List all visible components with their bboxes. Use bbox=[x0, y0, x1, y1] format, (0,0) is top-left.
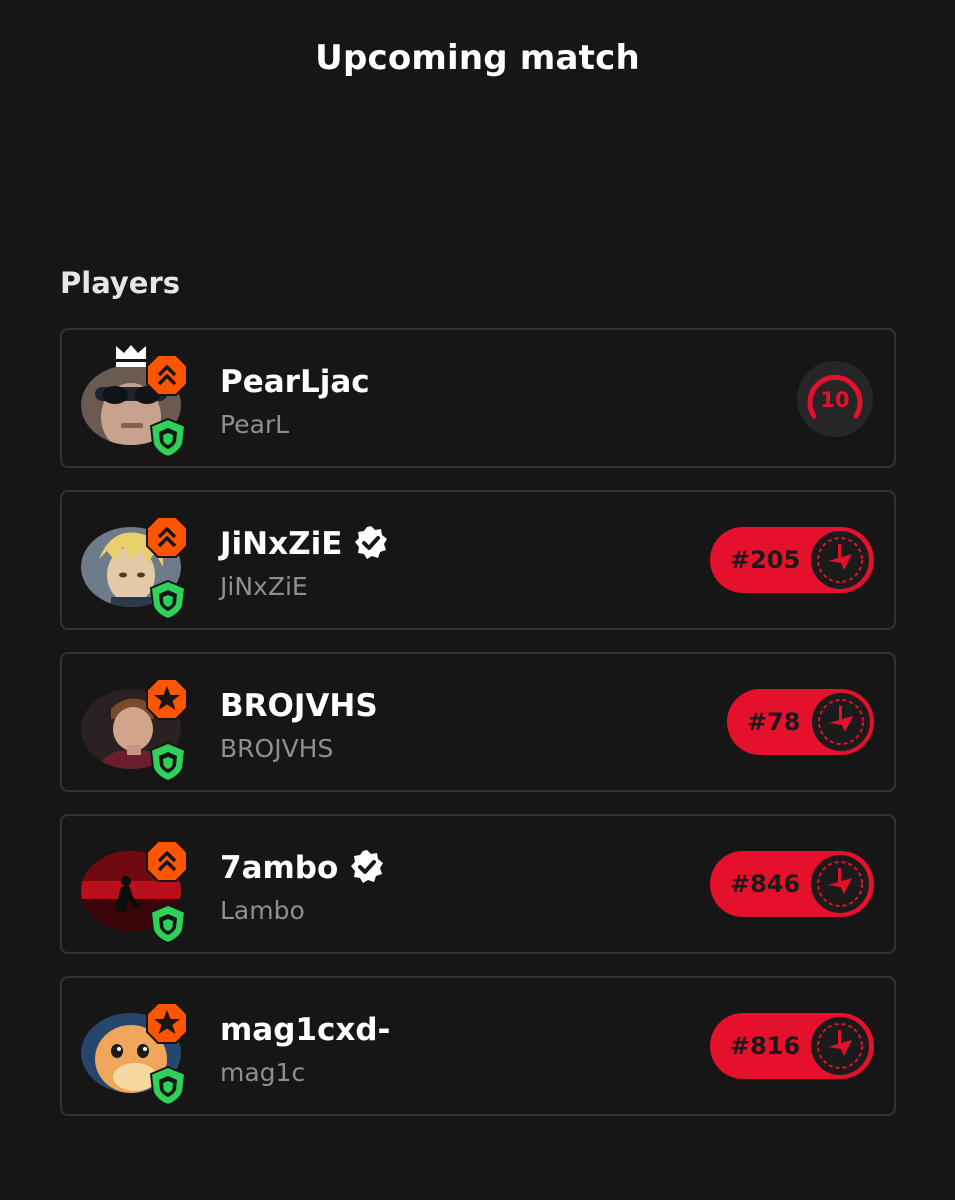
verified-icon bbox=[351, 849, 384, 883]
chevrons-up-icon bbox=[146, 354, 188, 396]
laurel-rank-icon bbox=[811, 531, 870, 589]
player-name[interactable]: mag1cxd- bbox=[220, 1012, 390, 1048]
rank-badge: #78 bbox=[727, 689, 874, 755]
skill-level-value: 10 bbox=[820, 388, 849, 412]
star-icon bbox=[146, 1002, 188, 1044]
avatar-group bbox=[81, 1001, 188, 1107]
player-name[interactable]: 7ambo bbox=[220, 849, 386, 886]
avatar-group bbox=[81, 345, 188, 459]
player-handle: BROJVHS bbox=[220, 734, 334, 763]
player-card[interactable]: JiNxZiE JiNxZiE #205 bbox=[60, 490, 896, 630]
rank-badge: #816 bbox=[710, 1013, 874, 1079]
rank-badge: #846 bbox=[710, 851, 874, 917]
laurel-rank-icon bbox=[811, 1017, 870, 1075]
rank-label: #205 bbox=[730, 546, 801, 574]
rank-label: #816 bbox=[730, 1032, 801, 1060]
players-section-title: Players bbox=[60, 266, 181, 300]
rank-label: #846 bbox=[730, 870, 801, 898]
rank-label: #78 bbox=[747, 708, 801, 736]
avatar-group bbox=[81, 677, 188, 783]
shield-icon bbox=[149, 417, 187, 459]
chevrons-up-icon bbox=[146, 516, 188, 558]
player-handle: Lambo bbox=[220, 896, 305, 925]
laurel-rank-icon bbox=[811, 855, 870, 913]
player-list: PearLjac PearL 10 JiNxZiE JiNxZiE #205 B… bbox=[60, 328, 896, 1138]
rank-badge: #205 bbox=[710, 527, 874, 593]
avatar-group bbox=[81, 515, 188, 621]
verified-icon bbox=[355, 525, 388, 559]
page-title: Upcoming match bbox=[315, 38, 640, 78]
player-card[interactable]: PearLjac PearL 10 bbox=[60, 328, 896, 468]
skill-level-gauge: 10 bbox=[797, 361, 873, 437]
player-handle: JiNxZiE bbox=[220, 572, 308, 601]
avatar-group bbox=[81, 839, 188, 945]
player-handle: mag1c bbox=[220, 1058, 306, 1087]
player-name[interactable]: JiNxZiE bbox=[220, 525, 390, 562]
player-card[interactable]: mag1cxd- mag1c #816 bbox=[60, 976, 896, 1116]
shield-icon bbox=[149, 741, 187, 783]
match-page: Upcoming match Players PearLjac PearL 10… bbox=[0, 0, 955, 1200]
player-card[interactable]: BROJVHS BROJVHS #78 bbox=[60, 652, 896, 792]
player-card[interactable]: 7ambo Lambo #846 bbox=[60, 814, 896, 954]
chevrons-up-icon bbox=[146, 840, 188, 882]
shield-icon bbox=[149, 579, 187, 621]
player-name[interactable]: BROJVHS bbox=[220, 688, 378, 724]
shield-icon bbox=[149, 1065, 187, 1107]
star-icon bbox=[146, 678, 188, 720]
laurel-rank-icon bbox=[811, 693, 870, 751]
crown-icon bbox=[116, 345, 146, 367]
player-name[interactable]: PearLjac bbox=[220, 364, 370, 400]
player-handle: PearL bbox=[220, 410, 290, 439]
shield-icon bbox=[149, 903, 187, 945]
